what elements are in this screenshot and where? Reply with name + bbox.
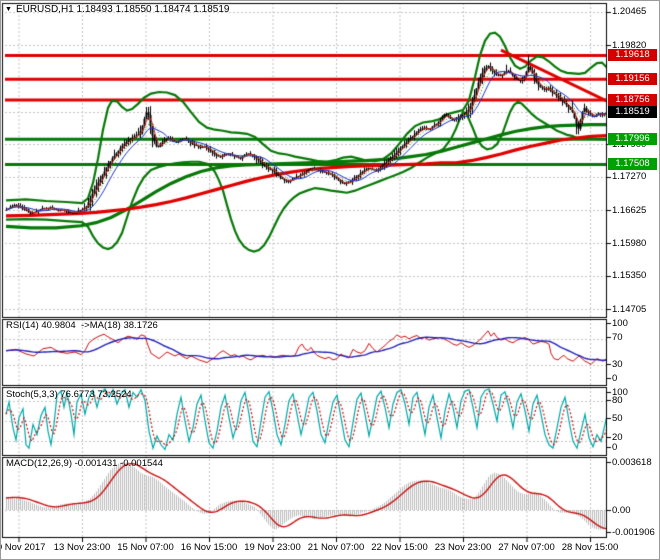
rsi-axis-label: 70 [612, 331, 623, 343]
price-level-badge-support: 1.17508 [608, 158, 657, 171]
price-axis-label: 1.17270 [612, 171, 647, 183]
symbol-dropdown-icon[interactable]: ▼ [5, 6, 12, 13]
trading-chart-window: ▼ EURUSD,H1 1.18493 1.18550 1.18474 1.185… [0, 0, 660, 560]
rsi-axis-label: 100 [612, 317, 628, 329]
price-axis-label: 1.15980 [612, 237, 647, 249]
price-axis-label: 1.14705 [612, 303, 647, 315]
price-axis-label: 1.20465 [612, 6, 647, 18]
symbol-timeframe: EURUSD,H1 [15, 4, 74, 15]
macd-axis-label: 0.00 [612, 504, 631, 516]
price-level-badge-support: 1.17996 [608, 133, 657, 146]
price-axis-label: 1.15350 [612, 270, 647, 282]
chart-title: ▼ EURUSD,H1 1.18493 1.18550 1.18474 1.185… [5, 4, 229, 15]
stoch-indicator-label: Stoch(5,3,3) 76.6773 73.2524 [6, 389, 132, 400]
macd-indicator-label: MACD(12,26,9) -0.001431 -0.001544 [6, 458, 163, 469]
rsi-axis-label: 0 [612, 372, 618, 384]
price-level-badge-current: 1.18519 [608, 106, 657, 119]
ohlc-quote: 1.18493 1.18550 1.18474 1.18519 [76, 4, 230, 15]
stoch-axis-label: 0 [612, 441, 618, 453]
macd-axis-label: -0.001906 [612, 526, 655, 538]
macd-axis-label: 0.003618 [612, 456, 652, 468]
rsi-indicator-label: RSI(14) 40.9804 ->MA(18) 38.1726 [6, 320, 158, 331]
price-chart-canvas[interactable] [1, 1, 659, 559]
price-level-badge-resistance: 1.18756 [608, 93, 657, 106]
stoch-axis-label: 50 [612, 412, 623, 424]
stoch-axis-label: 80 [612, 394, 623, 406]
price-level-badge-resistance: 1.19156 [608, 73, 657, 86]
price-level-badge-resistance: 1.19618 [608, 49, 657, 62]
price-axis-label: 1.16625 [612, 204, 647, 216]
time-axis-label: 28 Nov 15:00 [561, 542, 619, 553]
rsi-axis-label: 30 [612, 358, 623, 370]
